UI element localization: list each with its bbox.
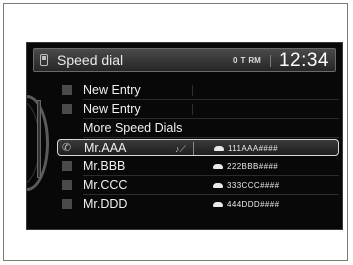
signal-strength-indicator: 0	[233, 56, 238, 65]
phone-icon	[214, 146, 224, 151]
list-item-mr-ccc[interactable]: Mr.CCC 333CCC####	[57, 177, 339, 195]
voice-tag-icon: ♪⟋	[175, 144, 186, 154]
phone-icon	[213, 183, 223, 188]
phone-icon	[40, 54, 48, 66]
clock: 12:34	[278, 50, 329, 71]
list-item-mr-bbb[interactable]: Mr.BBB 222BBB####	[57, 158, 339, 176]
list-item-more-speed-dials[interactable]: More Speed Dials	[57, 120, 339, 138]
screen-title: Speed dial	[57, 52, 124, 68]
phone-number-text: 444DDD####	[227, 200, 280, 209]
speed-dial-list: New Entry New Entry More Speed Dials ✆ M…	[57, 82, 339, 215]
phone-number: 222BBB####	[213, 158, 278, 175]
list-item-label: Mr.DDD	[83, 197, 128, 211]
phone-icon	[213, 164, 223, 169]
phone-number: 111AAA####	[214, 140, 278, 157]
list-item-label: New Entry	[83, 83, 141, 97]
roaming-indicator: RM	[248, 56, 261, 65]
list-item-mr-ddd[interactable]: Mr.DDD 444DDD####	[57, 196, 339, 213]
row-separator	[83, 137, 339, 138]
audio-screen: Speed dial 0 T RM 12:34 New Entry New En…	[26, 42, 343, 230]
header-bar: Speed dial 0 T RM 12:34	[33, 48, 336, 72]
handset-icon: ✆	[62, 142, 72, 154]
list-item-new-entry-1[interactable]: New Entry	[57, 82, 340, 100]
phone-number-text: 111AAA####	[228, 144, 278, 153]
list-item-mr-aaa[interactable]: ✆ Mr.AAA ♪⟋ 111AAA####	[57, 139, 339, 156]
phone-number: 333CCC####	[213, 177, 279, 194]
row-separator	[83, 118, 339, 119]
phone-number: 444DDD####	[213, 196, 279, 213]
contact-icon	[62, 161, 72, 171]
list-item-label: Mr.BBB	[83, 159, 126, 173]
row-separator	[83, 194, 339, 195]
list-item-label: Mr.AAA	[84, 141, 127, 155]
list-item-new-entry-2[interactable]: New Entry	[57, 101, 340, 119]
phone-number-text: 222BBB####	[227, 162, 279, 171]
number-column	[192, 104, 340, 115]
list-item-label: More Speed Dials	[83, 121, 183, 135]
status-divider	[269, 54, 271, 67]
list-item-label: Mr.CCC	[83, 178, 128, 192]
number-column	[192, 85, 340, 96]
contact-icon	[62, 180, 72, 190]
empty-slot-icon	[62, 85, 72, 95]
list-item-label: New Entry	[83, 102, 141, 116]
contact-icon	[62, 199, 72, 209]
phone-icon	[213, 202, 223, 207]
phone-number-text: 333CCC####	[227, 181, 280, 190]
menu-item-icon	[62, 123, 72, 133]
battery-indicator: T	[240, 56, 246, 65]
empty-slot-icon	[62, 104, 72, 114]
row-separator	[83, 175, 339, 176]
column-divider	[193, 142, 194, 155]
scrollbar[interactable]	[37, 100, 41, 178]
figure-frame: Speed dial 0 T RM 12:34 New Entry New En…	[3, 3, 348, 261]
row-separator	[83, 99, 339, 100]
status-indicators: 0 T RM	[233, 53, 271, 68]
